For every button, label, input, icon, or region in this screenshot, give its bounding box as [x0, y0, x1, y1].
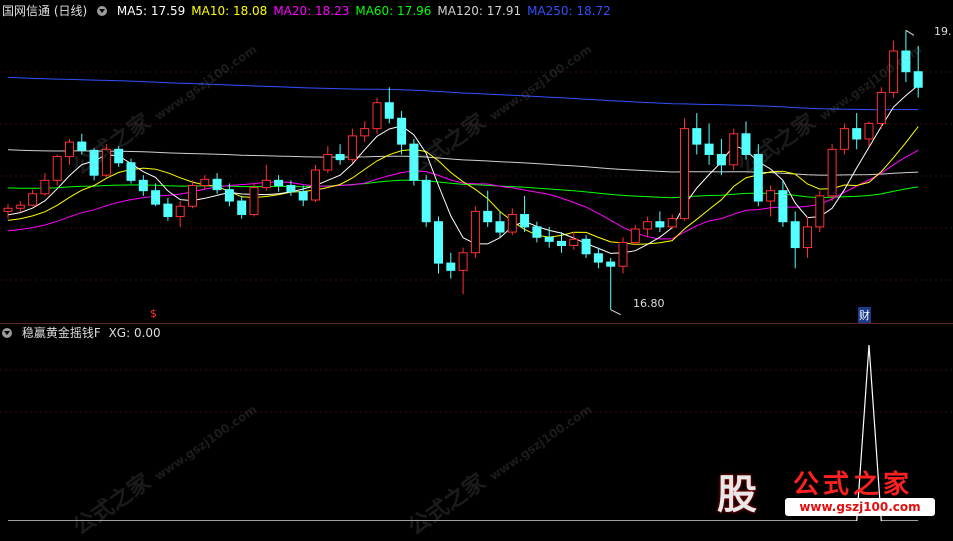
ma-legend-item: MA250: 18.72 [527, 4, 611, 18]
candle-body [200, 178, 210, 187]
candle-body [188, 185, 197, 207]
candle-body [569, 238, 579, 247]
candle-body [532, 226, 542, 238]
candle-body [212, 178, 222, 191]
ma-legend: MA5: 17.59 MA10: 18.08 MA20: 18.23 MA60: 17… [117, 4, 617, 18]
candle-body [3, 207, 13, 212]
candle-body [138, 179, 148, 192]
candle-body [827, 148, 837, 197]
candle-body [913, 71, 923, 88]
candle-body [803, 226, 812, 249]
signal-marker-s: $ [150, 307, 157, 320]
logo-char: 股 [717, 472, 757, 518]
candle-body [778, 190, 788, 223]
candle-body [347, 135, 357, 161]
candle-body [151, 190, 161, 205]
candle-body [52, 156, 62, 181]
ma-legend-item: MA60: 17.96 [355, 4, 432, 18]
candle-body [557, 240, 566, 247]
candle-body [175, 205, 185, 218]
candle-body [335, 153, 345, 161]
candle-body [876, 91, 886, 124]
candle-body [593, 253, 603, 263]
candle-body [766, 190, 776, 202]
candle-body [311, 169, 320, 201]
candle-body [716, 153, 726, 166]
candle-body [384, 102, 394, 119]
candle-body [397, 117, 407, 145]
candle-body [40, 179, 50, 195]
candle-body [224, 189, 234, 202]
chevron-down-icon[interactable] [2, 328, 12, 338]
candle-body [434, 221, 443, 264]
candle-body [261, 179, 271, 189]
candle-body [470, 210, 480, 254]
candle-body [458, 252, 468, 271]
candle-body [237, 200, 247, 215]
indicator-title: 稳赢黄金摇钱F [21, 326, 101, 340]
candle-body [692, 128, 702, 145]
candle-body [520, 213, 530, 228]
logo-url: www.gszj100.com [785, 498, 935, 516]
high-price-label: 19. [934, 25, 952, 38]
candle-body [544, 236, 554, 242]
candle-body [15, 204, 25, 209]
ma-legend-item: MA120: 17.91 [437, 4, 522, 18]
logo-text: 公式之家 [793, 470, 914, 500]
candle-body [618, 241, 628, 267]
candle-body [655, 221, 665, 228]
candle-body [839, 128, 849, 150]
finance-marker[interactable]: 财 [858, 307, 871, 323]
ma-legend-item: MA20: 18.23 [273, 4, 350, 18]
candle-body [581, 238, 591, 255]
candle-body [667, 218, 677, 228]
candle-body [360, 128, 370, 137]
low-price-label: 16.80 [633, 297, 665, 310]
candle-body [643, 221, 653, 230]
candle-body [28, 193, 38, 206]
indicator-value: XG: 0.00 [108, 326, 161, 340]
candle-body [606, 261, 616, 267]
candle-body [446, 262, 456, 271]
main-chart-header: 国网信通 (日线) MA5: 17.59 MA10: 18.08 MA20: 18.… [2, 2, 623, 20]
low-leader [610, 309, 621, 316]
candle-body [483, 210, 493, 223]
candle-body [852, 128, 862, 140]
candle-body [630, 228, 640, 243]
candle-body [298, 191, 308, 201]
stock-title: 国网信通 (日线) [2, 4, 88, 18]
ma-legend-item: MA10: 18.08 [191, 4, 268, 18]
candle-body [274, 179, 284, 187]
candle-body [323, 153, 333, 171]
candle-body [249, 187, 259, 215]
candle-body [421, 179, 431, 223]
candle-body [495, 221, 505, 233]
candle-body [864, 122, 874, 140]
candle-body [163, 203, 173, 218]
candle-body [126, 162, 136, 181]
price-chart-svg[interactable] [0, 0, 953, 521]
candle-body [790, 221, 800, 249]
indicator-header: 稳赢黄金摇钱F XG: 0.00 [2, 324, 167, 342]
chart-stage[interactable]: 国网信通 (日线) MA5: 17.59 MA10: 18.08 MA20: 18.… [0, 0, 953, 541]
chevron-down-icon[interactable] [97, 6, 108, 16]
site-logo: 股 公式之家 www.gszj100.com [705, 458, 953, 521]
candle-body [507, 213, 517, 233]
candle-body [704, 143, 714, 155]
candle-body [680, 128, 689, 220]
candle-body [815, 195, 825, 228]
candle-body [372, 102, 382, 130]
candle-body [286, 185, 296, 193]
ma-legend-item: MA5: 17.59 [116, 4, 186, 18]
